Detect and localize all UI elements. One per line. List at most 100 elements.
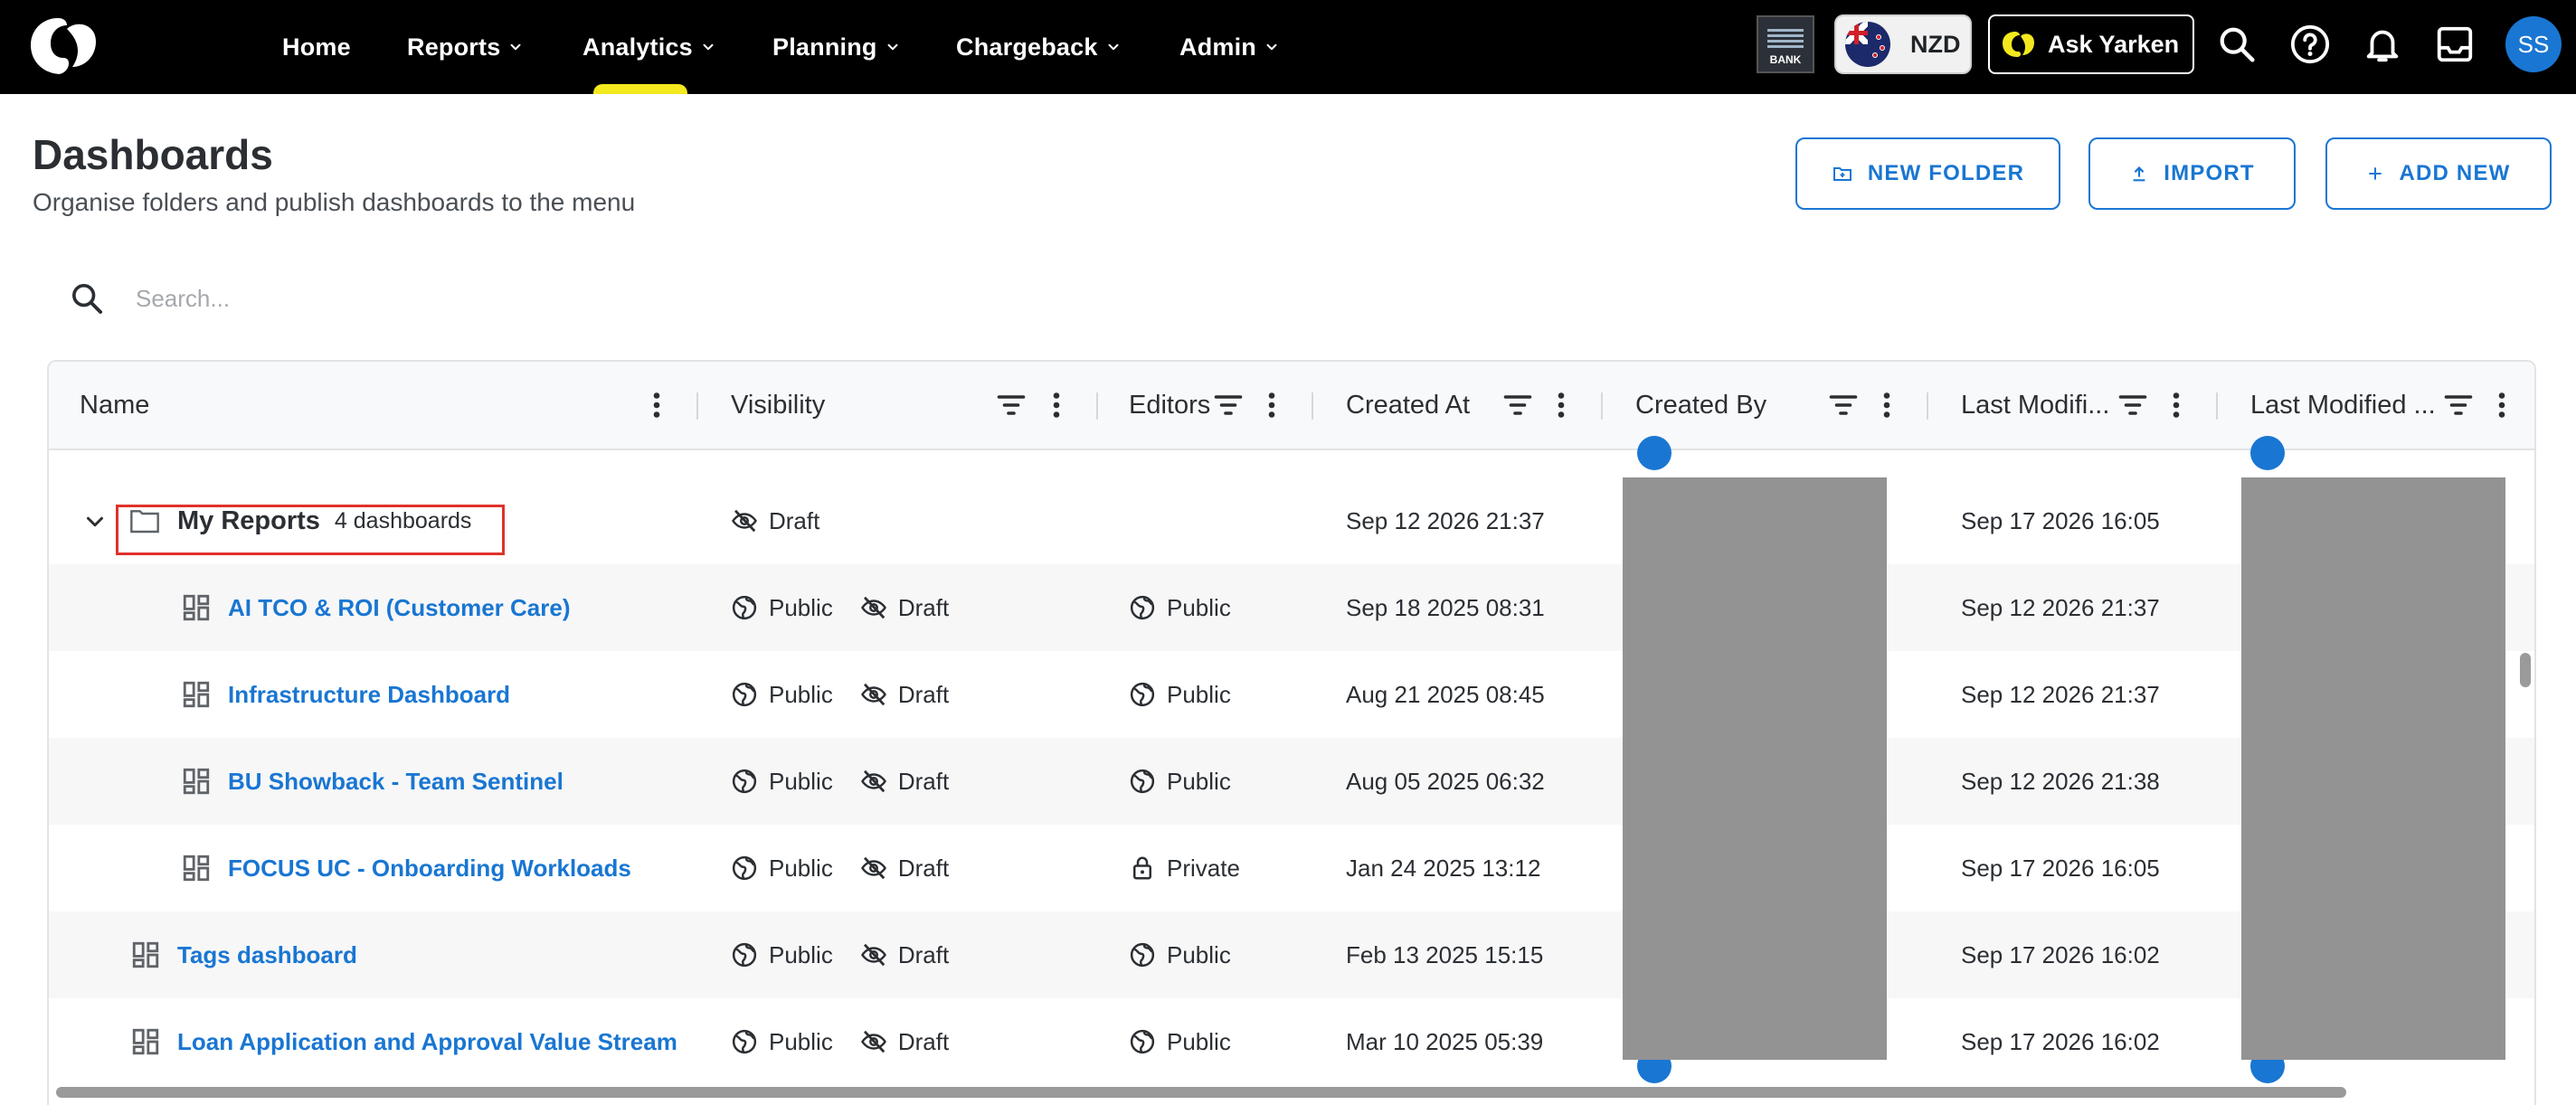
column-header-name[interactable]: Name [80,362,149,449]
table-row[interactable]: AI TCO & ROI (Customer Care) Public Draf… [49,564,2534,651]
nav-home[interactable]: Home [282,0,351,94]
folder-icon [130,510,159,534]
table-row[interactable]: BU Showback - Team Sentinel Public Draft… [49,738,2534,825]
dashboard-name-cell[interactable]: FOCUS UC - Onboarding Workloads [181,825,631,911]
notifications-bell-icon[interactable] [2362,24,2403,65]
ask-yarken-logo-icon [2003,32,2034,57]
column-menu-icon[interactable] [1545,389,1577,421]
page-subtitle: Organise folders and publish dashboards … [33,188,636,216]
new-folder-button[interactable]: NEW FOLDER [1795,137,2060,210]
filter-icon[interactable] [1827,389,1860,421]
dashboard-name-cell[interactable]: AI TCO & ROI (Customer Care) [181,564,571,651]
last-modified-cell: Sep 12 2026 21:37 [1961,680,2160,708]
dashboard-link[interactable]: BU Showback - Team Sentinel [228,768,564,796]
chevron-down-icon[interactable] [81,508,109,535]
column-menu-icon[interactable] [1255,389,1288,421]
currency-selector[interactable]: NZD [1834,14,1972,74]
nav-admin[interactable]: Admin [1179,0,1280,94]
redacted-last-modified-by-column [2241,477,2505,1060]
filter-icon[interactable] [1212,389,1245,421]
column-header-visibility[interactable]: Visibility [731,362,825,449]
bank-logo[interactable]: BANK [1757,15,1814,73]
vertical-scrollbar[interactable] [2520,653,2531,687]
folder-cell[interactable]: My Reports 4 dashboards [130,477,471,564]
nav-reports[interactable]: Reports [407,0,524,94]
chevron-down-icon [700,39,716,55]
avatar [2250,436,2285,470]
horizontal-scrollbar[interactable] [56,1087,2346,1098]
column-menu-icon[interactable] [1870,389,1903,421]
table-row[interactable]: Loan Application and Approval Value Stre… [49,998,2534,1085]
brand-logo-icon[interactable] [27,16,99,76]
dashboard-link[interactable]: FOCUS UC - Onboarding Workloads [228,855,631,883]
filter-icon[interactable] [1501,389,1534,421]
user-avatar[interactable]: SS [2505,16,2562,72]
dashboard-icon [181,679,212,710]
dashboard-name-cell[interactable]: BU Showback - Team Sentinel [181,738,564,825]
column-resize-handle[interactable] [2216,392,2218,420]
filter-icon[interactable] [2117,389,2149,421]
dashboard-name-cell[interactable]: Tags dashboard [130,911,357,998]
dashboard-link[interactable]: Tags dashboard [177,941,357,969]
column-header-created-at[interactable]: Created At [1346,362,1470,449]
column-menu-icon[interactable] [2486,389,2518,421]
add-new-button[interactable]: ADD NEW [2325,137,2552,210]
column-resize-handle[interactable] [1601,392,1603,420]
chevron-down-icon [507,39,524,55]
dashboard-name-cell[interactable]: Infrastructure Dashboard [181,651,510,738]
column-menu-icon[interactable] [1040,389,1073,421]
visibility-cell: Public Draft [731,738,949,825]
table-row[interactable]: FOCUS UC - Onboarding Workloads Public D… [49,825,2534,911]
search-icon [72,284,102,314]
dashboard-link[interactable]: Infrastructure Dashboard [228,681,510,709]
created-at-cell: Aug 21 2025 08:45 [1346,680,1545,708]
editors-cell: Public [1129,998,1231,1085]
lock-icon [1129,855,1156,882]
dashboard-name-cell[interactable]: Loan Application and Approval Value Stre… [130,998,677,1085]
created-at-cell: Feb 13 2025 15:15 [1346,940,1544,968]
dashboard-icon [181,766,212,797]
created-at-cell: Mar 10 2025 05:39 [1346,1027,1544,1055]
search-icon[interactable] [2216,24,2258,65]
last-modified-cell: Sep 17 2026 16:05 [1961,854,2160,882]
filter-icon[interactable] [995,389,1028,421]
folder-row[interactable]: My Reports 4 dashboards Draft Sep 12 202… [49,477,2534,564]
column-header-last-modified-by[interactable]: Last Modified ... [2250,362,2436,449]
column-header-editors[interactable]: Editors [1129,362,1210,449]
top-nav-bar: Home Reports Analytics Planning Chargeba… [0,0,2576,94]
help-icon[interactable] [2289,24,2331,65]
nav-chargeback[interactable]: Chargeback [956,0,1122,94]
import-button[interactable]: IMPORT [2088,137,2296,210]
column-header-last-modified-at[interactable]: Last Modifi... [1961,362,2109,449]
table-row[interactable]: Infrastructure Dashboard Public Draft Pu… [49,651,2534,738]
column-resize-handle[interactable] [1096,392,1098,420]
search-input[interactable] [136,277,950,320]
dashboard-link[interactable]: AI TCO & ROI (Customer Care) [228,594,571,622]
column-menu-icon[interactable] [640,389,673,421]
editors-cell: Public [1129,651,1231,738]
globe-icon [731,941,758,968]
column-menu-icon[interactable] [2160,389,2192,421]
eye-off-icon [860,855,887,882]
last-modified-cell: Sep 17 2026 16:05 [1961,506,2160,534]
globe-icon [1129,941,1156,968]
created-at-cell: Jan 24 2025 13:12 [1346,854,1541,882]
inbox-icon[interactable] [2434,24,2476,65]
nav-analytics[interactable]: Analytics [582,0,716,94]
created-at-cell: Sep 12 2026 21:37 [1346,506,1545,534]
table-row[interactable]: Tags dashboard Public Draft Public Feb 1… [49,911,2534,998]
globe-icon [1129,594,1156,621]
globe-icon [731,855,758,882]
column-resize-handle[interactable] [1312,392,1313,420]
eye-off-icon [860,768,887,795]
column-resize-handle[interactable] [1927,392,1928,420]
dashboard-link[interactable]: Loan Application and Approval Value Stre… [177,1028,677,1056]
globe-icon [1129,681,1156,708]
eye-off-icon [731,507,758,534]
created-at-cell: Sep 18 2025 08:31 [1346,593,1545,621]
nav-planning[interactable]: Planning [772,0,901,94]
filter-icon[interactable] [2442,389,2475,421]
upload-icon [2133,166,2145,182]
ask-yarken-button[interactable]: Ask Yarken [1988,14,2194,74]
column-resize-handle[interactable] [696,392,698,420]
